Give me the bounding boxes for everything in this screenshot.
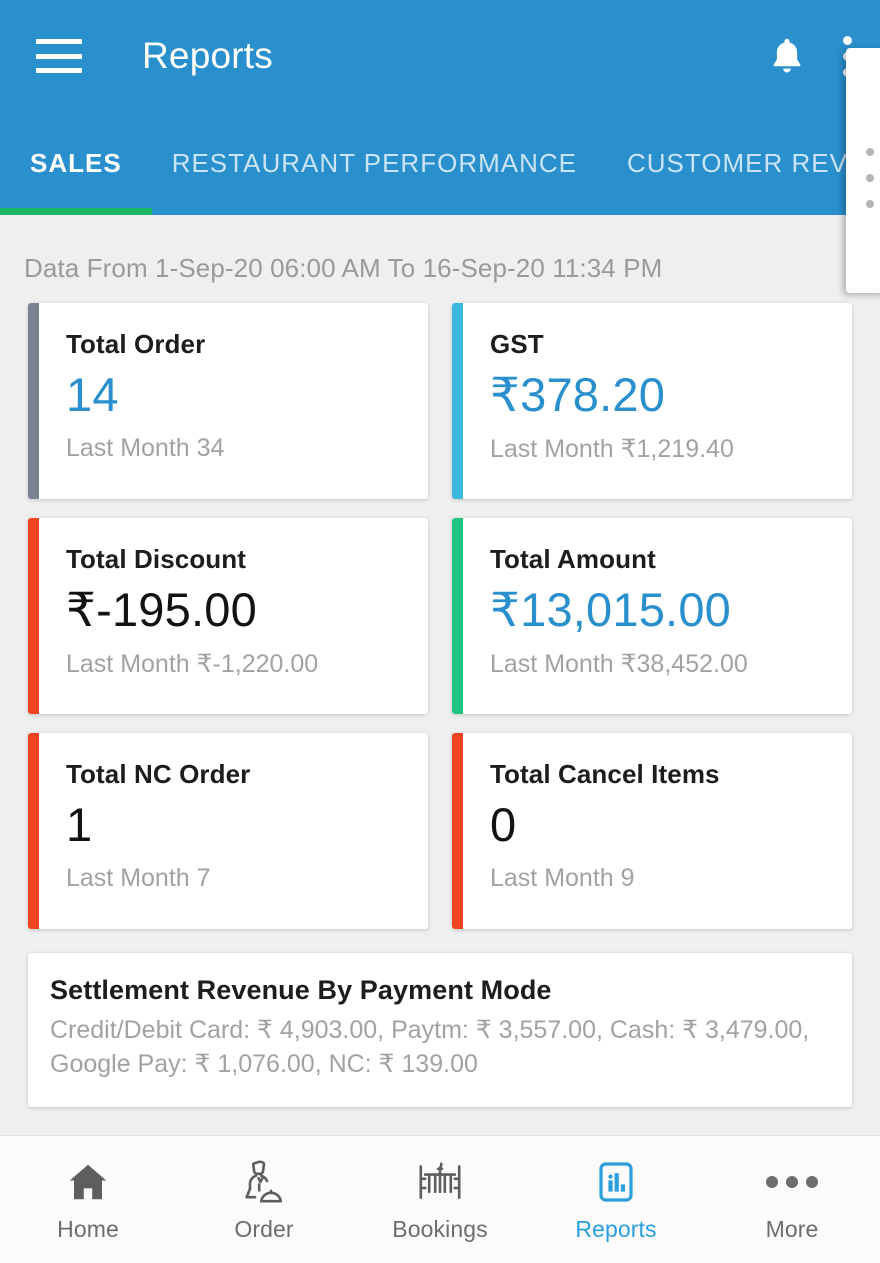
active-tab-indicator: [0, 208, 152, 215]
nav-label: More: [765, 1215, 819, 1242]
nav-item-order[interactable]: Order: [176, 1157, 352, 1243]
card-value: 1: [66, 798, 93, 851]
card-accent-bar: [452, 518, 463, 714]
card-subtext: Last Month 9: [490, 863, 635, 892]
app-root: Reports SALES RESTAURANT PERFORMANCE CUS…: [0, 0, 880, 1263]
bar-chart-icon: [592, 1157, 640, 1207]
nav-label: Bookings: [392, 1215, 488, 1242]
settlement-details: Credit/Debit Card: ₹ 4,903.00, Paytm: ₹ …: [50, 1016, 810, 1078]
card-title: Total Amount: [490, 544, 656, 574]
nav-item-more[interactable]: More: [704, 1157, 880, 1243]
nav-item-reports[interactable]: Reports: [528, 1157, 704, 1243]
ellipsis-dot: [806, 1175, 818, 1188]
metric-card-total-amount[interactable]: Total Amount ₹13,015.00 Last Month ₹38,4…: [452, 518, 852, 714]
tab-restaurant-performance[interactable]: RESTAURANT PERFORMANCE: [172, 148, 577, 179]
nav-label: Order: [234, 1215, 294, 1242]
hamburger-line: [36, 68, 82, 73]
scroll-dot: [866, 174, 874, 182]
settlement-revenue-card[interactable]: Settlement Revenue By Payment Mode Credi…: [28, 953, 852, 1107]
card-title: Total Cancel Items: [490, 759, 720, 789]
card-accent-bar: [452, 733, 463, 929]
kebab-dot: [842, 35, 852, 45]
bottom-navigation: Home Order Bookings Reports More: [0, 1135, 880, 1263]
card-subtext: Last Month ₹1,219.40: [490, 434, 734, 463]
card-accent-bar: [452, 303, 463, 499]
metric-card-gst[interactable]: GST ₹378.20 Last Month ₹1,219.40: [452, 303, 852, 499]
card-value: ₹-195.00: [66, 583, 257, 636]
ellipsis-icon: [766, 1157, 818, 1207]
app-bar-top: Reports: [0, 0, 880, 112]
hamburger-line: [36, 53, 82, 59]
scroll-dot: [866, 148, 874, 156]
sales-report-content: Data From 1-Sep-20 06:00 AM To 16-Sep-20…: [0, 215, 880, 1135]
metric-card-total-nc-order[interactable]: Total NC Order 1 Last Month 7: [28, 733, 428, 929]
app-bar: Reports SALES RESTAURANT PERFORMANCE CUS…: [0, 0, 880, 215]
nav-label: Home: [57, 1215, 119, 1242]
table-icon: [416, 1157, 464, 1207]
card-subtext: Last Month ₹-1,220.00: [66, 649, 319, 678]
metric-row: Total NC Order 1 Last Month 7 Total Canc…: [0, 733, 880, 929]
card-title: GST: [490, 329, 544, 359]
card-value: ₹13,015.00: [490, 583, 731, 636]
card-accent-bar: [28, 733, 39, 929]
overflow-menu-panel[interactable]: [846, 48, 880, 293]
card-subtext: Last Month ₹38,452.00: [490, 649, 748, 678]
hamburger-line: [36, 39, 82, 44]
card-title: Total Discount: [66, 544, 247, 574]
page-title: Reports: [142, 35, 273, 76]
home-icon: [64, 1157, 112, 1207]
tab-customer-review[interactable]: CUSTOMER REV: [627, 148, 848, 179]
waiter-icon: [240, 1157, 288, 1207]
nav-label: Reports: [575, 1215, 657, 1242]
metric-row: Total Discount ₹-195.00 Last Month ₹-1,2…: [0, 518, 880, 714]
card-value: ₹378.20: [490, 368, 666, 421]
tab-sales[interactable]: SALES: [30, 148, 122, 179]
settlement-title: Settlement Revenue By Payment Mode: [50, 975, 552, 1005]
scroll-indicator-dots: [866, 148, 874, 208]
card-value: 0: [490, 798, 517, 851]
card-value: 14: [66, 368, 119, 421]
ellipsis-dot: [766, 1175, 778, 1188]
nav-item-home[interactable]: Home: [0, 1157, 176, 1243]
date-range-label: Data From 1-Sep-20 06:00 AM To 16-Sep-20…: [24, 253, 663, 283]
hamburger-icon[interactable]: [36, 39, 82, 73]
scroll-dot: [866, 200, 874, 208]
metric-row: Total Order 14 Last Month 34 GST ₹378.20…: [0, 303, 880, 499]
tab-bar: SALES RESTAURANT PERFORMANCE CUSTOMER RE…: [0, 112, 880, 215]
nav-item-bookings[interactable]: Bookings: [352, 1157, 528, 1243]
card-title: Total NC Order: [66, 759, 251, 789]
ellipsis-dot: [786, 1175, 798, 1188]
metric-card-total-cancel-items[interactable]: Total Cancel Items 0 Last Month 9: [452, 733, 852, 929]
bell-icon[interactable]: [768, 35, 806, 77]
card-accent-bar: [28, 303, 39, 499]
metric-card-total-order[interactable]: Total Order 14 Last Month 34: [28, 303, 428, 499]
card-subtext: Last Month 7: [66, 863, 211, 892]
card-accent-bar: [28, 518, 39, 714]
metric-card-total-discount[interactable]: Total Discount ₹-195.00 Last Month ₹-1,2…: [28, 518, 428, 714]
card-subtext: Last Month 34: [66, 433, 225, 462]
card-title: Total Order: [66, 329, 206, 359]
